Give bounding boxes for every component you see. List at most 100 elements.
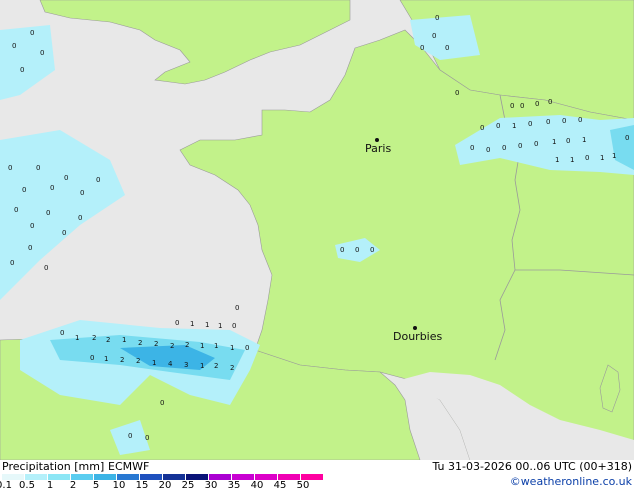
precip-value-label: 0 — [78, 214, 82, 222]
precip-value-label: 2 — [230, 364, 234, 372]
legend-tick-label: 50 — [296, 480, 310, 490]
precip-value-label: 0 — [502, 144, 506, 152]
precip-value-label: 1 — [612, 152, 616, 160]
precip-value-label: 0 — [30, 222, 34, 230]
precip-value-label: 0 — [470, 144, 474, 152]
precip-value-label: 0 — [14, 206, 18, 214]
precip-value-label: 0 — [520, 102, 524, 110]
precip-value-label: 2 — [170, 342, 174, 350]
precip-value-label: 1 — [122, 336, 126, 344]
product-title: Precipitation [mm] — [2, 460, 105, 473]
legend-tick-label: 15 — [135, 480, 149, 490]
precip-value-label: 0 — [60, 329, 64, 337]
precip-value-label: 0 — [528, 120, 532, 128]
precip-value-label: 1 — [205, 321, 209, 329]
precip-value-label: 0 — [145, 434, 149, 442]
precip-value-label: 1 — [512, 122, 516, 130]
precip-value-label: 0 — [534, 140, 538, 148]
legend-tick-label: 30 — [204, 480, 218, 490]
weather-map-app: 0000000000000000000012212222111001221431… — [0, 0, 634, 490]
precip-value-label: 0 — [10, 259, 14, 267]
precip-value-label: 1 — [600, 154, 604, 162]
credit-link[interactable]: ©weatheronline.co.uk — [510, 475, 632, 488]
precip-value-label: 0 — [445, 44, 449, 52]
precip-value-label: 0 — [546, 118, 550, 126]
precip-value-label: 4 — [168, 360, 173, 368]
precip-value-label: 0 — [518, 142, 522, 150]
precip-value-label: 0 — [625, 134, 629, 142]
precip-value-label: 0 — [535, 100, 539, 108]
precip-value-label: 0 — [128, 432, 132, 440]
legend-tick-label: 25 — [181, 480, 195, 490]
precip-value-label: 2 — [136, 357, 140, 365]
precip-value-label: 0 — [90, 354, 94, 362]
legend-tick-label: 5 — [92, 480, 100, 490]
legend-tick-label: 0.5 — [19, 480, 35, 490]
precip-value-label: 0 — [46, 209, 50, 217]
precip-value-label: 0 — [585, 154, 589, 162]
precip-value-label: 0 — [370, 246, 374, 254]
precip-value-label: 1 — [218, 322, 222, 330]
precip-value-label: 0 — [435, 14, 439, 22]
precip-value-label: 0 — [486, 146, 490, 154]
precip-value-label: 2 — [138, 339, 142, 347]
precip-value-label: 1 — [582, 136, 586, 144]
legend-tick-label: 20 — [158, 480, 172, 490]
precip-value-label: 0 — [22, 186, 26, 194]
color-legend: 0.10.5125101520253035404550 — [0, 474, 340, 490]
city-label-paris: Paris — [365, 142, 392, 155]
precip-value-label: 0 — [96, 176, 100, 184]
precip-value-label: 1 — [555, 156, 559, 164]
precip-value-label: 1 — [190, 320, 194, 328]
legend-tick-label: 1 — [46, 480, 54, 490]
precip-value-label: 0 — [44, 264, 48, 272]
valid-time: Tu 31-03-2026 00..06 UTC (00+318) — [432, 460, 632, 473]
precip-value-label: 0 — [566, 137, 570, 145]
precip-value-label: 1 — [75, 334, 79, 342]
precip-value-label: 1 — [570, 156, 574, 164]
precip-value-label: 0 — [12, 42, 16, 50]
precip-value-label: 0 — [340, 246, 344, 254]
precip-value-label: 2 — [214, 362, 218, 370]
precip-value-label: 1 — [200, 362, 204, 370]
precip-value-label: 0 — [548, 98, 552, 106]
precip-value-label: 0 — [510, 102, 514, 110]
precip-value-label: 2 — [185, 341, 189, 349]
legend-tick-label: 40 — [250, 480, 264, 490]
precip-value-label: 0 — [562, 117, 566, 125]
precip-value-label: 1 — [552, 138, 556, 146]
precip-value-label: 0 — [40, 49, 44, 57]
precip-value-label: 0 — [160, 399, 164, 407]
precip-value-label: 0 — [8, 164, 12, 172]
precip-value-label: 0 — [455, 89, 459, 97]
precip-value-label: 0 — [62, 229, 66, 237]
precip-value-label: 0 — [496, 122, 500, 130]
precip-value-label: 1 — [230, 344, 234, 352]
precip-value-label: 1 — [200, 342, 204, 350]
precip-value-label: 0 — [36, 164, 40, 172]
city-label-dourbies: Dourbies — [393, 330, 443, 343]
precip-value-label: 0 — [28, 244, 32, 252]
precip-value-label: 2 — [154, 340, 158, 348]
precip-value-label: 0 — [50, 184, 54, 192]
precip-value-label: 0 — [420, 44, 424, 52]
precip-value-label: 0 — [432, 32, 436, 40]
precip-value-label: 0 — [20, 66, 24, 74]
precip-value-label: 0 — [30, 29, 34, 37]
precip-value-label: 0 — [64, 174, 68, 182]
precip-value-label: 2 — [106, 336, 110, 344]
precip-value-label: 0 — [80, 189, 84, 197]
map-footer: Precipitation [mm] ECMWF Tu 31-03-2026 0… — [0, 460, 634, 490]
precip-value-label: 3 — [184, 361, 188, 369]
precip-value-label: 0 — [175, 319, 179, 327]
precip-value-label: 0 — [355, 246, 359, 254]
precip-value-label: 0 — [235, 304, 239, 312]
legend-tick-label: 45 — [273, 480, 287, 490]
precip-value-label: 2 — [92, 334, 96, 342]
precip-value-label: 1 — [104, 355, 108, 363]
legend-tick-label: 10 — [112, 480, 126, 490]
precip-value-label: 2 — [120, 356, 124, 364]
precip-value-label: 0 — [480, 124, 484, 132]
legend-tick-label: 35 — [227, 480, 241, 490]
precipitation-map[interactable]: 000000000000000000001 2 2 1 2 2 2 2 1 1 1 00 1 2 2 1 4 3 1… — [0, 0, 634, 460]
